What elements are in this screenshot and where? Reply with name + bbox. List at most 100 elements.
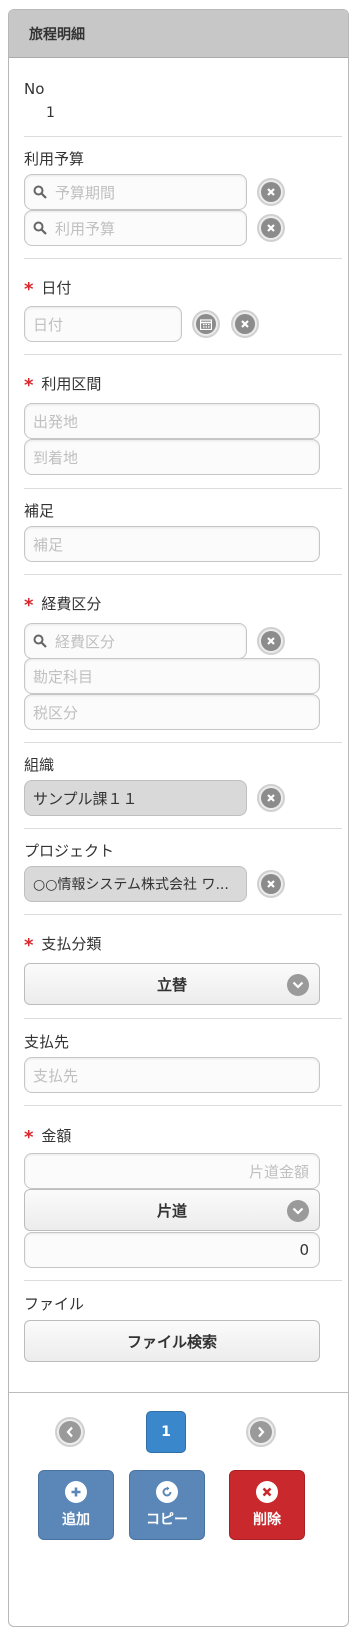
oneway-amount-placeholder: 片道金額 (248, 1162, 309, 1181)
arrival-field[interactable]: 到着地 (24, 439, 320, 475)
chevron-right-icon (258, 1426, 265, 1438)
divider (24, 354, 342, 355)
required-mark: * (24, 1127, 34, 1148)
date-label-text: 日付 (41, 279, 72, 297)
payment-type-selected: 立替 (156, 975, 187, 994)
itinerary-detail-panel: 旅程明細 No 1 利用予算 予算期間 利用予算 * 日付 日付 * 利用区間 出発… (8, 9, 349, 1627)
expense-category-placeholder: 経費区分 (55, 632, 116, 651)
supplement-placeholder: 補足 (33, 535, 64, 554)
divider (24, 488, 342, 489)
delete-label: 削除 (253, 1512, 281, 1528)
route-label-text: 利用区間 (41, 375, 102, 393)
expense-category-field[interactable]: 経費区分 (24, 623, 247, 659)
divider (24, 574, 342, 575)
clear-budget-button[interactable] (257, 214, 285, 242)
file-search-button[interactable]: ファイル検索 (24, 1320, 320, 1362)
arrival-placeholder: 到着地 (33, 448, 79, 467)
trip-type-select[interactable]: 片道 (24, 1189, 320, 1231)
clear-date-button[interactable] (231, 310, 259, 338)
amount-label: * 金額 (24, 1125, 72, 1148)
divider (24, 1018, 342, 1019)
budget-field[interactable]: 利用予算 (24, 210, 247, 246)
copy-button[interactable]: コピー (129, 1470, 205, 1540)
divider (24, 914, 342, 915)
chevron-down-icon (292, 981, 304, 989)
delete-button[interactable]: 削除 (229, 1470, 305, 1540)
supplement-label: 補足 (24, 502, 55, 520)
organization-field: サンプル課１１ (24, 780, 247, 816)
clear-expense-category-button[interactable] (257, 627, 285, 655)
file-label: ファイル (24, 1295, 85, 1313)
chevron-left-icon (66, 1426, 73, 1438)
supplement-field[interactable]: 補足 (24, 526, 320, 562)
budget-placeholder: 利用予算 (55, 219, 116, 238)
close-icon (267, 880, 275, 888)
required-mark: * (24, 595, 34, 616)
plus-icon (71, 1487, 81, 1497)
payment-type-label-text: 支払分類 (41, 935, 102, 953)
divider (24, 1280, 342, 1281)
search-icon (33, 634, 47, 648)
no-label: No (24, 80, 45, 98)
account-placeholder: 勘定科目 (33, 667, 94, 686)
clear-project-button[interactable] (257, 870, 285, 898)
search-icon (33, 185, 47, 199)
tax-placeholder: 税区分 (33, 703, 79, 722)
departure-field[interactable]: 出発地 (24, 403, 320, 439)
payee-label: 支払先 (24, 1033, 70, 1051)
refresh-icon (162, 1486, 172, 1497)
divider (24, 742, 342, 743)
project-value: ○○情報システム株式会社 ワ... (33, 877, 229, 893)
tax-field[interactable]: 税区分 (24, 694, 320, 730)
file-search-label: ファイル検索 (126, 1332, 217, 1351)
budget-period-placeholder: 予算期間 (55, 183, 116, 202)
budget-period-field[interactable]: 予算期間 (24, 174, 247, 210)
chevron-down-icon (292, 1207, 304, 1215)
close-icon (262, 1487, 272, 1497)
divider (24, 828, 342, 829)
expense-label: * 経費区分 (24, 593, 102, 616)
clear-budget-period-button[interactable] (257, 178, 285, 206)
close-icon (267, 188, 275, 196)
calendar-button[interactable] (192, 310, 220, 338)
route-label: * 利用区間 (24, 373, 102, 396)
organization-label: 組織 (24, 756, 55, 774)
total-amount-field[interactable]: 0 (24, 1232, 320, 1268)
payment-type-label: * 支払分類 (24, 933, 102, 956)
current-page[interactable]: 1 (146, 1411, 186, 1453)
total-amount-value: 0 (299, 1241, 309, 1259)
close-icon (267, 224, 275, 232)
trip-type-selected: 片道 (156, 1201, 187, 1220)
payment-type-select[interactable]: 立替 (24, 963, 320, 1005)
clear-organization-button[interactable] (257, 784, 285, 812)
date-label: * 日付 (24, 277, 72, 300)
date-field[interactable]: 日付 (24, 306, 182, 342)
budget-label: 利用予算 (24, 150, 85, 168)
required-mark: * (24, 935, 34, 956)
divider (24, 136, 342, 137)
close-icon (267, 637, 275, 645)
add-button[interactable]: 追加 (38, 1470, 114, 1540)
prev-page-button[interactable] (55, 1417, 85, 1447)
project-label: プロジェクト (24, 842, 115, 860)
copy-label: コピー (146, 1512, 188, 1528)
payee-placeholder: 支払先 (33, 1066, 79, 1085)
oneway-amount-field[interactable]: 片道金額 (24, 1153, 320, 1189)
close-icon (267, 794, 275, 802)
no-value: 1 (46, 105, 55, 121)
next-page-button[interactable] (246, 1417, 276, 1447)
calendar-icon (200, 318, 212, 330)
required-mark: * (24, 279, 34, 300)
expense-label-text: 経費区分 (41, 595, 102, 613)
required-mark: * (24, 375, 34, 396)
payee-field[interactable]: 支払先 (24, 1057, 320, 1093)
amount-label-text: 金額 (41, 1127, 72, 1145)
footer-divider (9, 1392, 348, 1393)
account-field[interactable]: 勘定科目 (24, 658, 320, 694)
close-icon (241, 320, 249, 328)
search-icon (33, 221, 47, 235)
project-field: ○○情報システム株式会社 ワ... (24, 866, 247, 902)
divider (24, 258, 342, 259)
departure-placeholder: 出発地 (33, 412, 79, 431)
date-placeholder: 日付 (33, 315, 64, 334)
